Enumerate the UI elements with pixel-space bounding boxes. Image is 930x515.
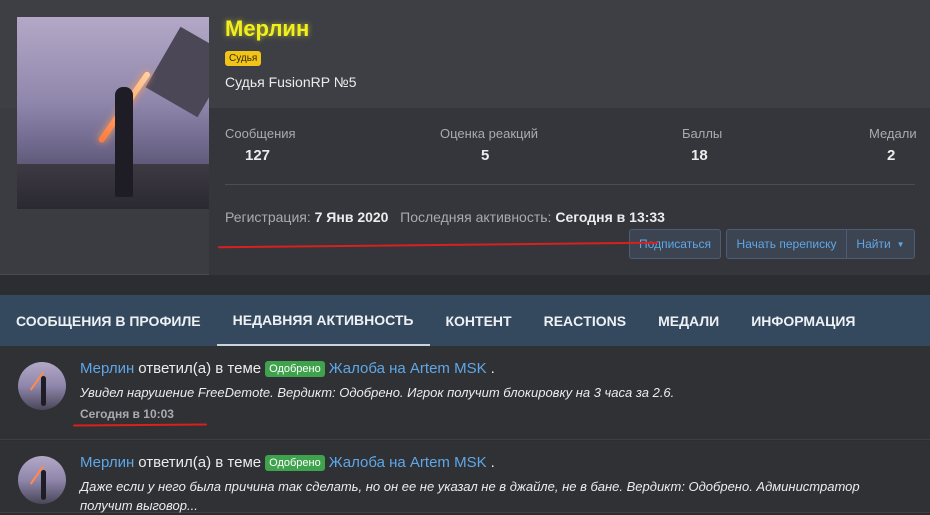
stat-label-points: Баллы bbox=[682, 126, 723, 141]
profile-subtitle: Судья FusionRP №5 bbox=[225, 74, 357, 90]
find-label: Найти bbox=[856, 237, 891, 251]
registration-label: Регистрация: bbox=[225, 209, 311, 225]
activity-action: ответил(а) в теме bbox=[138, 360, 262, 377]
user-link[interactable]: Мерлин bbox=[80, 360, 134, 377]
stat-label-messages: Сообщения bbox=[225, 126, 296, 141]
activity-snippet: Увидел нарушение FreeDemote. Вердикт: Од… bbox=[80, 385, 675, 400]
subscribe-button[interactable]: Подписаться bbox=[629, 229, 721, 259]
stat-value-messages[interactable]: 127 bbox=[245, 147, 270, 164]
activity-headline: Мерлин ответил(а) в теме Одобрено Жалоба… bbox=[80, 454, 495, 471]
stats-divider bbox=[225, 184, 915, 185]
last-activity-label: Последняя активность: bbox=[400, 209, 552, 225]
stat-value-reactions[interactable]: 5 bbox=[481, 147, 489, 164]
thread-link[interactable]: Жалоба на Artem MSK bbox=[329, 360, 487, 377]
registration-value: 7 Янв 2020 bbox=[314, 209, 389, 225]
period: . bbox=[490, 360, 495, 377]
profile-name: Мерлин bbox=[225, 16, 310, 41]
tab-recent-activity[interactable]: НЕДАВНЯЯ АКТИВНОСТЬ bbox=[216, 295, 430, 346]
tab-content[interactable]: КОНТЕНТ bbox=[430, 295, 528, 346]
activity-time[interactable]: Сегодня в 10:03 bbox=[80, 407, 174, 421]
find-dropdown-button[interactable]: Найти ▼ bbox=[846, 229, 915, 259]
stat-value-medals[interactable]: 2 bbox=[887, 147, 895, 164]
avatar[interactable] bbox=[18, 362, 66, 410]
avatar-rock bbox=[145, 26, 209, 118]
thread-link[interactable]: Жалоба на Artem MSK bbox=[329, 454, 487, 471]
profile-tabs: СООБЩЕНИЯ В ПРОФИЛЕ НЕДАВНЯЯ АКТИВНОСТЬ … bbox=[0, 295, 930, 346]
profile-avatar[interactable] bbox=[17, 17, 209, 209]
tab-reactions[interactable]: REACTIONS bbox=[528, 295, 642, 346]
avatar-figure bbox=[41, 376, 46, 406]
activity-action: ответил(а) в теме bbox=[138, 454, 262, 471]
list-item: Мерлин ответил(а) в теме Одобрено Жалоба… bbox=[0, 441, 930, 513]
stat-value-points[interactable]: 18 bbox=[691, 147, 708, 164]
last-activity-value: Сегодня в 13:33 bbox=[555, 209, 665, 225]
tab-profile-posts[interactable]: СООБЩЕНИЯ В ПРОФИЛЕ bbox=[0, 295, 217, 346]
registration-info: Регистрация: 7 Янв 2020 Последняя активн… bbox=[225, 209, 665, 225]
profile-header: Мерлин Судья Судья FusionRP №5 Сообщения… bbox=[0, 0, 930, 275]
avatar-figure bbox=[115, 87, 133, 197]
role-badge: Судья bbox=[225, 51, 262, 66]
tab-medals[interactable]: МЕДАЛИ bbox=[642, 295, 735, 346]
status-badge: Одобрено bbox=[265, 454, 325, 471]
user-link[interactable]: Мерлин bbox=[80, 454, 134, 471]
start-conversation-button[interactable]: Начать переписку bbox=[726, 229, 847, 259]
activity-snippet: Даже если у него была причина так сделат… bbox=[80, 479, 860, 513]
tab-information[interactable]: ИНФОРМАЦИЯ bbox=[735, 295, 871, 346]
avatar[interactable] bbox=[18, 456, 66, 504]
avatar-figure bbox=[41, 470, 46, 500]
avatar-ground bbox=[17, 164, 209, 209]
status-badge: Одобрено bbox=[265, 360, 325, 377]
stat-label-medals: Медали bbox=[869, 126, 917, 141]
period: . bbox=[490, 454, 495, 471]
stat-label-reactions: Оценка реакций bbox=[440, 126, 538, 141]
activity-headline: Мерлин ответил(а) в теме Одобрено Жалоба… bbox=[80, 360, 495, 377]
chevron-down-icon: ▼ bbox=[896, 239, 905, 249]
